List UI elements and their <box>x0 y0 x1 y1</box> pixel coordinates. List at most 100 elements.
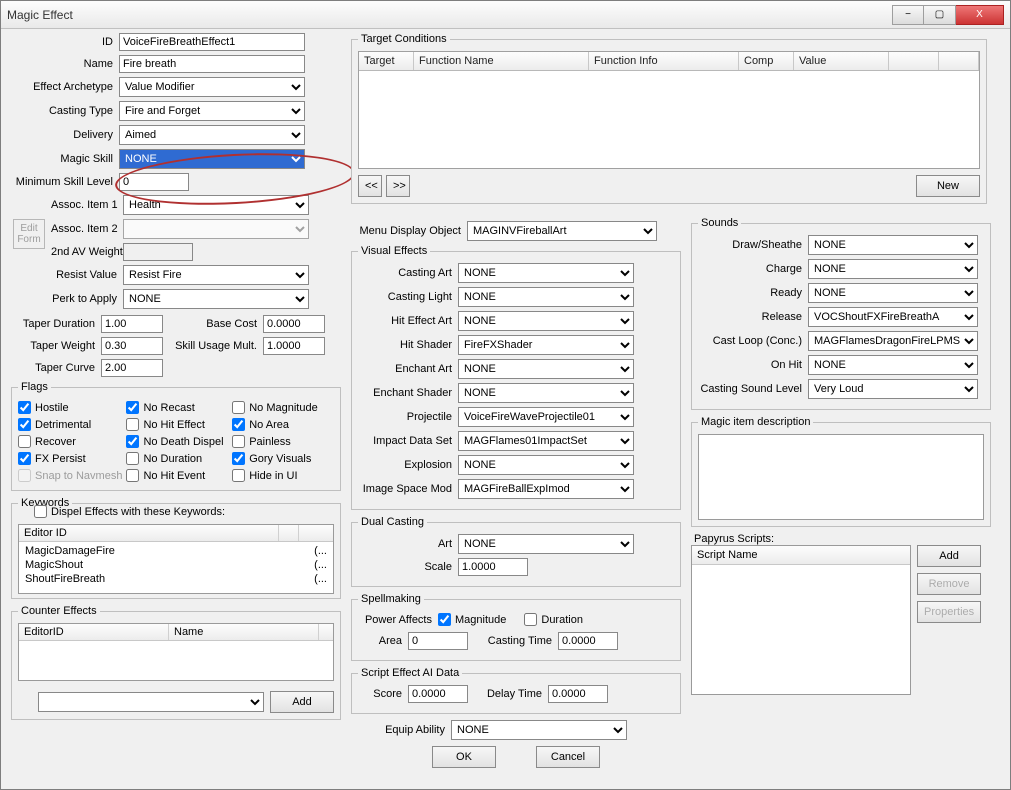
label-power-affects: Power Affects <box>358 614 438 626</box>
flag-input-7[interactable] <box>126 435 139 448</box>
perk-select[interactable]: NONE <box>123 289 309 309</box>
keyword-item[interactable]: ShoutFireBreath(... <box>23 572 329 586</box>
target-conditions-grid[interactable]: Target Function Name Function Info Comp … <box>358 51 980 169</box>
flag-input-9[interactable] <box>18 452 31 465</box>
menu-display-select[interactable]: MAGINVFireballArt <box>467 221 657 241</box>
flag-hostile[interactable]: Hostile <box>18 401 122 414</box>
magic-skill-select[interactable]: NONE <box>119 149 305 169</box>
casting-type-select[interactable]: Fire and Forget <box>119 101 305 121</box>
draw-sheathe-select[interactable]: NONE <box>808 235 978 255</box>
flag-input-4[interactable] <box>126 418 139 431</box>
on-hit-select[interactable]: NONE <box>808 355 978 375</box>
cancel-button[interactable]: Cancel <box>536 746 600 768</box>
flag-fx-persist[interactable]: FX Persist <box>18 452 122 465</box>
flag-gory-visuals[interactable]: Gory Visuals <box>232 452 334 465</box>
counter-effects-add-button[interactable]: Add <box>270 691 334 713</box>
projectile-select[interactable]: VoiceFireWaveProjectile01 <box>458 407 634 427</box>
flag-input-2[interactable] <box>232 401 245 414</box>
flag-label-1: No Recast <box>143 402 194 414</box>
flag-no-magnitude[interactable]: No Magnitude <box>232 401 334 414</box>
minimize-button[interactable]: − <box>892 5 924 25</box>
dispel-keywords-label: Dispel Effects with these Keywords: <box>51 506 225 518</box>
magnitude-checkbox[interactable]: Magnitude <box>438 613 506 626</box>
flag-no-duration[interactable]: No Duration <box>126 452 228 465</box>
flag-input-1[interactable] <box>126 401 139 414</box>
flag-recover[interactable]: Recover <box>18 435 122 448</box>
flag-input-11[interactable] <box>232 452 245 465</box>
charge-select[interactable]: NONE <box>808 259 978 279</box>
flag-input-0[interactable] <box>18 401 31 414</box>
taper-weight-field[interactable] <box>101 337 163 355</box>
close-button[interactable]: X <box>956 5 1004 25</box>
flag-no-area[interactable]: No Area <box>232 418 334 431</box>
image-space-mod-select[interactable]: MAGFireBallExpImod <box>458 479 634 499</box>
delivery-select[interactable]: Aimed <box>119 125 305 145</box>
enchant-art-select[interactable]: NONE <box>458 359 634 379</box>
impact-data-set-select[interactable]: MAGFlames01ImpactSet <box>458 431 634 451</box>
counter-effects-listbox[interactable]: EditorID Name <box>18 623 334 681</box>
dispel-keywords-input[interactable] <box>34 505 47 518</box>
magic-item-description-textarea[interactable] <box>698 434 984 520</box>
scripts-remove-button: Remove <box>917 573 981 595</box>
assoc-item2-select[interactable] <box>123 219 309 239</box>
scripts-add-button[interactable]: Add <box>917 545 981 567</box>
name-field[interactable] <box>119 55 305 73</box>
hit-shader-select[interactable]: FireFXShader <box>458 335 634 355</box>
flag-input-5[interactable] <box>232 418 245 431</box>
flag-painless[interactable]: Painless <box>232 435 334 448</box>
tc-prev-button[interactable]: << <box>358 175 382 197</box>
taper-duration-field[interactable] <box>101 315 163 333</box>
keywords-listbox[interactable]: Editor ID MagicDamageFire(...MagicShout(… <box>18 524 334 594</box>
casting-art-select[interactable]: NONE <box>458 263 634 283</box>
flag-no-hit-effect[interactable]: No Hit Effect <box>126 418 228 431</box>
taper-curve-field[interactable] <box>101 359 163 377</box>
flag-no-death-dispel[interactable]: No Death Dispel <box>126 435 228 448</box>
tc-new-button[interactable]: New <box>916 175 980 197</box>
cast-loop-select[interactable]: MAGFlamesDragonFireLPMSD <box>808 331 978 351</box>
equip-ability-select[interactable]: NONE <box>451 720 627 740</box>
flag-input-13[interactable] <box>126 469 139 482</box>
skill-usage-mult-field[interactable] <box>263 337 325 355</box>
casting-time-field[interactable] <box>558 632 618 650</box>
flag-no-recast[interactable]: No Recast <box>126 401 228 414</box>
dispel-keywords-checkbox[interactable]: Dispel Effects with these Keywords: <box>34 505 334 518</box>
casting-light-select[interactable]: NONE <box>458 287 634 307</box>
counter-effects-add-select[interactable] <box>38 692 264 712</box>
flag-hide-in-ui[interactable]: Hide in UI <box>232 469 334 482</box>
score-field[interactable] <box>408 685 468 703</box>
tc-next-button[interactable]: >> <box>386 175 410 197</box>
min-skill-field[interactable] <box>119 173 189 191</box>
duration-input[interactable] <box>524 613 537 626</box>
casting-sound-level-select[interactable]: Very Loud <box>808 379 978 399</box>
scripts-listbox[interactable]: Script Name <box>691 545 911 695</box>
label-name: Name <box>11 58 119 70</box>
maximize-button[interactable]: ▢ <box>924 5 956 25</box>
hit-effect-art-select[interactable]: NONE <box>458 311 634 331</box>
id-field[interactable] <box>119 33 305 51</box>
assoc-item1-select[interactable]: Health <box>123 195 309 215</box>
ok-button[interactable]: OK <box>432 746 496 768</box>
base-cost-field[interactable] <box>263 315 325 333</box>
keyword-item[interactable]: MagicDamageFire(... <box>23 544 329 558</box>
magnitude-input[interactable] <box>438 613 451 626</box>
flag-input-8[interactable] <box>232 435 245 448</box>
explosion-select[interactable]: NONE <box>458 455 634 475</box>
enchant-shader-select[interactable]: NONE <box>458 383 634 403</box>
flag-input-6[interactable] <box>18 435 31 448</box>
flag-detrimental[interactable]: Detrimental <box>18 418 122 431</box>
release-select[interactable]: VOCShoutFXFireBreathA <box>808 307 978 327</box>
delay-time-field[interactable] <box>548 685 608 703</box>
archetype-select[interactable]: Value Modifier <box>119 77 305 97</box>
flag-input-10[interactable] <box>126 452 139 465</box>
dual-art-select[interactable]: NONE <box>458 534 634 554</box>
flag-no-hit-event[interactable]: No Hit Event <box>126 469 228 482</box>
duration-checkbox[interactable]: Duration <box>524 613 583 626</box>
flag-input-3[interactable] <box>18 418 31 431</box>
area-field[interactable] <box>408 632 468 650</box>
scripts-hscroll[interactable] <box>691 697 911 713</box>
resist-value-select[interactable]: Resist Fire <box>123 265 309 285</box>
keyword-item[interactable]: MagicShout(... <box>23 558 329 572</box>
flag-input-14[interactable] <box>232 469 245 482</box>
ready-select[interactable]: NONE <box>808 283 978 303</box>
dual-scale-field[interactable] <box>458 558 528 576</box>
